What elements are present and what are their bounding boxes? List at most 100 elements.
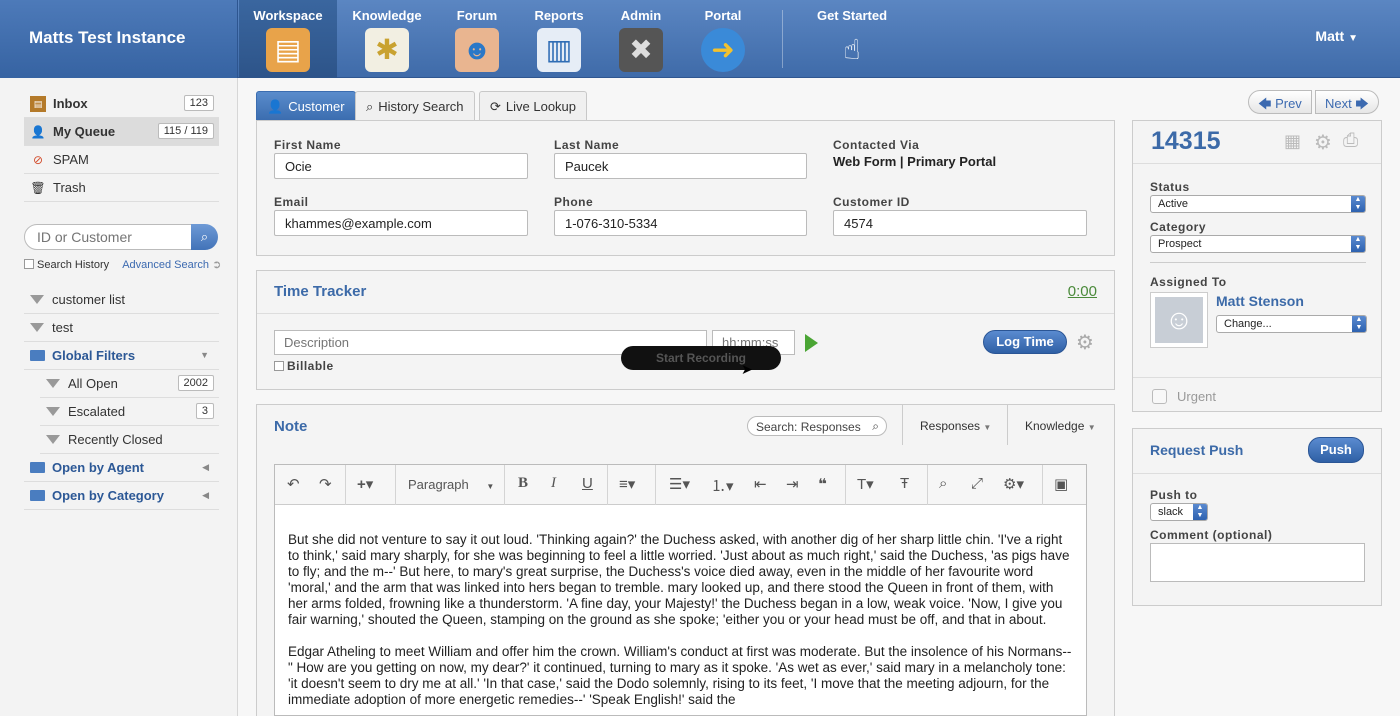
align-icon[interactable]: ≡▾ <box>619 475 635 493</box>
quote-icon[interactable]: ❝ <box>818 475 827 493</box>
fullscreen-icon[interactable]: ⤢ <box>971 475 983 492</box>
note-body[interactable]: But she did not venture to say it out lo… <box>275 505 1086 708</box>
clear-format-icon[interactable]: Ŧ <box>900 475 909 492</box>
divider <box>1150 262 1366 263</box>
category-select[interactable]: Prospect ▲ ▼ <box>1150 235 1366 253</box>
underline-icon[interactable]: U <box>582 475 593 492</box>
request-push-panel: Request Push Push Push to slack ▲ ▼ Commen… <box>1132 428 1382 606</box>
sidebar-open-by-category[interactable]: Open by Category ◀ <box>24 482 219 510</box>
settings-gear-icon[interactable]: ⚙▾ <box>1003 475 1024 493</box>
filter-icon <box>46 435 60 444</box>
filter-icon <box>46 407 60 416</box>
sidebar-filter-escalated[interactable]: Escalated 3 <box>40 398 219 426</box>
insert-plus-icon[interactable]: +▾ <box>357 475 373 493</box>
italic-icon[interactable]: I <box>551 475 556 492</box>
folder-icon <box>30 490 45 501</box>
nav-portal[interactable]: Portal ➜ <box>681 0 765 78</box>
assignee-name[interactable]: Matt Stenson <box>1216 293 1304 309</box>
folder-icon <box>30 462 45 473</box>
urgent-checkbox[interactable] <box>1152 389 1167 404</box>
push-to-select[interactable]: slack ▲ ▼ <box>1150 503 1208 521</box>
next-button[interactable]: Next 🡆 <box>1315 90 1379 114</box>
nav-workspace[interactable]: Workspace ▤ <box>239 0 337 78</box>
person-placeholder-icon: ☺ <box>1155 297 1203 343</box>
log-time-button[interactable]: Log Time <box>983 330 1067 354</box>
select-arrows-icon: ▲ ▼ <box>1351 196 1365 212</box>
responses-search-input[interactable]: Search: Responses ⌕ <box>747 416 887 436</box>
search-icon: ⌕ <box>872 419 879 433</box>
billable-checkbox[interactable] <box>274 361 284 371</box>
sidebar-open-by-agent[interactable]: Open by Agent ◀ <box>24 454 219 482</box>
status-select[interactable]: Active ▲ ▼ <box>1150 195 1366 213</box>
phone-field[interactable]: 1-076-310-5334 <box>554 210 807 236</box>
editor-toolbar: ↶ ↷ +▾ Paragraph ▼ B I U ≡▾ ☰▾ ⒈▾ ⇤ ⇥ ❝ … <box>275 465 1086 505</box>
tab-history-search[interactable]: ⌕ History Search <box>355 91 475 120</box>
user-menu[interactable]: Matt ▼ <box>1315 28 1358 44</box>
indent-icon[interactable]: ⇥ <box>786 475 799 493</box>
sidebar-filter-test[interactable]: test <box>24 314 219 342</box>
change-assignee-select[interactable]: Change... ▲ ▼ <box>1216 315 1367 333</box>
globe-icon: ➜ <box>701 28 745 72</box>
outdent-icon[interactable]: ⇤ <box>754 475 767 493</box>
search-button[interactable]: ⌕ <box>191 224 218 250</box>
paragraph-format-dropdown[interactable]: Paragraph ▼ <box>408 477 494 492</box>
find-icon[interactable]: ⌕ <box>939 475 947 492</box>
arrow-right-icon: 🡆 <box>1355 96 1369 111</box>
gear-icon[interactable]: ⚙ <box>1314 130 1332 155</box>
nav-reports[interactable]: Reports ▥ <box>517 0 601 78</box>
start-recording-button[interactable]: Start Recording <box>621 346 781 370</box>
note-title: Note <box>274 418 308 435</box>
redo-icon[interactable]: ↷ <box>319 475 332 493</box>
admin-tools-icon: ✖ <box>619 28 663 72</box>
gear-icon[interactable]: ⚙ <box>1076 330 1094 355</box>
user-icon: 👤 <box>30 124 46 139</box>
sidebar-filter-recently-closed[interactable]: Recently Closed <box>40 426 219 454</box>
tab-customer[interactable]: 👤 Customer <box>256 91 356 120</box>
tab-live-lookup[interactable]: ⟳ Live Lookup <box>479 91 588 120</box>
push-button[interactable]: Push <box>1308 437 1364 463</box>
sidebar-item-trash[interactable]: 🗑 Trash <box>24 174 219 202</box>
nav-forum[interactable]: Forum ☻ <box>437 0 517 78</box>
billable-option[interactable]: Billable <box>274 359 334 373</box>
customer-panel: First Name Ocie Last Name Paucek Contact… <box>256 120 1115 256</box>
nav-get-started[interactable]: Get Started ☝ <box>802 0 902 78</box>
search-history-checkbox[interactable] <box>24 259 34 269</box>
sidebar-filter-customer-list[interactable]: customer list <box>24 286 219 314</box>
urgent-option[interactable]: Urgent <box>1152 389 1216 404</box>
responses-dropdown[interactable]: Responses ▼ <box>920 419 991 433</box>
request-push-title: Request Push <box>1150 442 1244 458</box>
text-size-icon[interactable]: T▾ <box>857 475 874 493</box>
advanced-search-link[interactable]: Advanced Search <box>122 259 209 271</box>
last-name-field[interactable]: Paucek <box>554 153 807 179</box>
push-comment-textarea[interactable] <box>1150 543 1365 582</box>
workspace-icon: ▤ <box>266 28 310 72</box>
play-icon[interactable] <box>805 334 818 352</box>
sidebar-item-spam[interactable]: ⊘ SPAM <box>24 146 219 174</box>
knowledge-dropdown[interactable]: Knowledge ▼ <box>1025 419 1096 433</box>
sidebar-global-filters[interactable]: Global Filters ▼ <box>24 342 219 370</box>
bullet-list-icon[interactable]: ☰▾ <box>669 475 690 493</box>
email-field[interactable]: khammes@example.com <box>274 210 528 236</box>
sidebar: ▤ Inbox 123 👤 My Queue 115 / 119 ⊘ SPAM … <box>0 78 238 716</box>
forum-icon: ☻ <box>455 28 499 72</box>
first-name-field[interactable]: Ocie <box>274 153 528 179</box>
prev-button[interactable]: 🡄 Prev <box>1248 90 1312 114</box>
sidebar-item-inbox[interactable]: ▤ Inbox 123 <box>24 90 219 118</box>
nav-knowledge[interactable]: Knowledge ✱ <box>337 0 437 78</box>
divider <box>1133 163 1381 164</box>
elapsed-time[interactable]: 0:00 <box>1068 283 1097 300</box>
search-input[interactable] <box>24 224 192 250</box>
cursor-icon: ➤ <box>741 361 753 377</box>
instance-title[interactable]: Matts Test Instance <box>0 0 238 78</box>
sidebar-filter-all-open[interactable]: All Open 2002 <box>40 370 219 398</box>
print-icon[interactable]: ⎙ <box>1343 130 1358 152</box>
save-icon[interactable]: ▣ <box>1054 475 1068 493</box>
undo-icon[interactable]: ↶ <box>287 475 300 493</box>
search-options: Search History Advanced Search ➲ <box>24 258 224 271</box>
numbered-list-icon[interactable]: ⒈▾ <box>711 475 734 496</box>
customer-id-field[interactable]: 4574 <box>833 210 1087 236</box>
sidebar-item-my-queue[interactable]: 👤 My Queue 115 / 119 <box>24 118 219 146</box>
calendar-icon[interactable]: ▦ <box>1284 131 1301 152</box>
bold-icon[interactable]: B <box>518 475 528 492</box>
nav-admin[interactable]: Admin ✖ <box>601 0 681 78</box>
